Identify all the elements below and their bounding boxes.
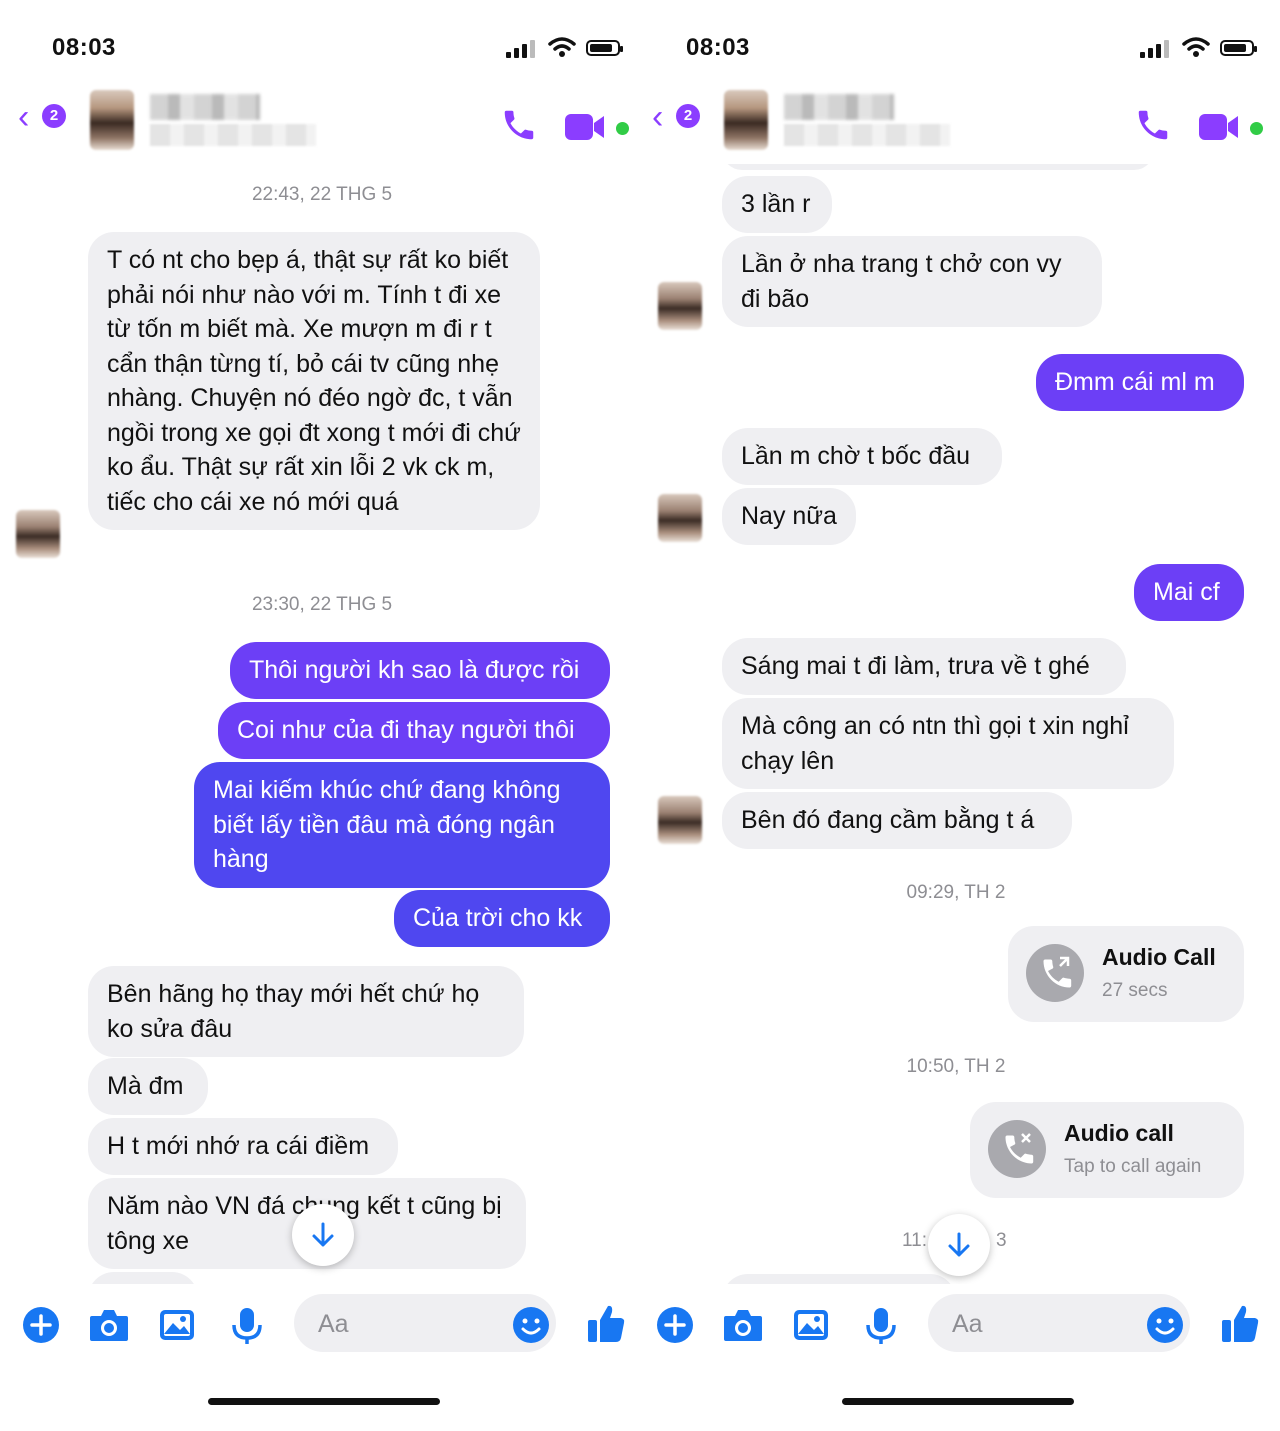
call-icon bbox=[1026, 944, 1084, 1002]
like-icon[interactable] bbox=[586, 1302, 626, 1344]
contact-status bbox=[784, 124, 950, 146]
call-title: Audio call bbox=[1064, 1120, 1174, 1146]
timestamp: 22:43, 22 THG 5 bbox=[251, 184, 393, 205]
call-log-missed[interactable]: Audio call Tap to call again bbox=[970, 1102, 1244, 1198]
message-incoming[interactable]: T có nt cho bẹp á, thật sự rất ko biết p… bbox=[88, 232, 540, 530]
message-incoming[interactable]: H t mới nhớ ra cái điềm bbox=[88, 1118, 398, 1175]
message-list: 3 lần r Lần ở nha trang t chở con vy đi … bbox=[646, 150, 1266, 1304]
status-time: 08:03 bbox=[52, 34, 116, 61]
online-dot bbox=[616, 122, 629, 135]
call-action: Tap to call again bbox=[1064, 1156, 1202, 1177]
wifi-icon bbox=[548, 37, 576, 57]
message-incoming[interactable]: Lần m chờ t bốc đầu bbox=[722, 428, 1002, 485]
message-outgoing[interactable]: Mai kiếm khúc chứ đang không biết lấy ti… bbox=[194, 762, 610, 888]
call-title: Audio Call bbox=[1102, 944, 1216, 970]
battery-icon bbox=[1220, 40, 1257, 56]
contact-name[interactable] bbox=[784, 94, 894, 120]
missed-call-icon bbox=[988, 1120, 1046, 1178]
contact-name[interactable] bbox=[150, 94, 260, 120]
message-outgoing[interactable]: Coi như của đi thay người thôi bbox=[218, 702, 610, 759]
camera-icon[interactable] bbox=[722, 1306, 764, 1344]
timestamp: 10:50, TH 2 bbox=[906, 1056, 1006, 1077]
call-duration: 27 secs bbox=[1102, 980, 1168, 1001]
sender-avatar[interactable] bbox=[658, 796, 702, 844]
message-outgoing[interactable]: Mai cf bbox=[1134, 564, 1244, 621]
timestamp: 23:30, 22 THG 5 bbox=[251, 594, 393, 615]
plus-icon[interactable] bbox=[656, 1306, 694, 1344]
status-bar: 08:03 bbox=[646, 12, 1266, 82]
message-incoming[interactable]: Bên đó đang cầm bằng t á bbox=[722, 792, 1072, 849]
timestamp: 09:29, TH 2 bbox=[906, 882, 1006, 903]
plus-icon[interactable] bbox=[22, 1306, 60, 1344]
home-indicator bbox=[208, 1398, 440, 1405]
composer-bar: Aa bbox=[646, 1284, 1266, 1417]
input-placeholder: Aa bbox=[952, 1310, 983, 1338]
contact-status bbox=[150, 124, 316, 146]
call-log-audio[interactable]: Audio Call 27 secs bbox=[1008, 926, 1244, 1022]
chat-screen-left: 08:03 ‹ 2 22:43, 22 THG 5 T có nt cho bẹ… bbox=[12, 12, 632, 1417]
online-dot bbox=[1250, 122, 1263, 135]
video-icon[interactable] bbox=[564, 110, 610, 144]
message-incoming[interactable]: Bên hãng họ thay mới hết chứ họ ko sửa đ… bbox=[88, 966, 524, 1057]
message-incoming[interactable]: Lần ở nha trang t chở con vy đi bão bbox=[722, 236, 1102, 327]
sender-avatar[interactable] bbox=[658, 282, 702, 330]
message-outgoing[interactable]: Thôi người kh sao là được rồi bbox=[230, 642, 610, 699]
phone-icon[interactable] bbox=[500, 106, 538, 144]
timestamp-partial-right: 3 bbox=[996, 1230, 1007, 1251]
message-outgoing[interactable]: Của trời cho kk bbox=[394, 890, 610, 947]
unread-badge: 2 bbox=[676, 104, 700, 128]
message-incoming[interactable]: Sáng mai t đi làm, trưa về t ghé bbox=[722, 638, 1126, 695]
message-incoming[interactable]: Nay nữa bbox=[722, 488, 856, 545]
chat-header: ‹ 2 bbox=[12, 84, 632, 164]
signal-icon bbox=[1140, 40, 1170, 58]
status-time: 08:03 bbox=[686, 34, 750, 61]
scroll-down-button[interactable] bbox=[292, 1204, 354, 1266]
video-icon[interactable] bbox=[1198, 110, 1244, 144]
back-chevron-icon[interactable]: ‹ bbox=[652, 100, 663, 134]
home-indicator bbox=[842, 1398, 1074, 1405]
message-incoming[interactable]: Mà công an có ntn thì gọi t xin nghỉ chạ… bbox=[722, 698, 1174, 789]
like-icon[interactable] bbox=[1220, 1302, 1260, 1344]
chat-screen-right: 08:03 ‹ 2 3 lần r Lần ở nha trang t chở … bbox=[646, 12, 1266, 1417]
unread-badge: 2 bbox=[42, 104, 66, 128]
chat-header: ‹ 2 bbox=[646, 84, 1266, 164]
scroll-down-icon bbox=[948, 1232, 970, 1257]
mic-icon[interactable] bbox=[864, 1306, 898, 1346]
timestamp-partial-left: 11: bbox=[902, 1230, 928, 1251]
emoji-icon[interactable] bbox=[1146, 1306, 1184, 1344]
scroll-down-button[interactable] bbox=[928, 1214, 990, 1276]
message-outgoing[interactable]: Đmm cái ml m bbox=[1036, 354, 1244, 411]
composer-bar: Aa bbox=[12, 1284, 632, 1417]
image-icon[interactable] bbox=[792, 1306, 830, 1344]
contact-avatar[interactable] bbox=[724, 90, 768, 150]
input-placeholder: Aa bbox=[318, 1310, 349, 1338]
message-incoming[interactable]: 3 lần r bbox=[722, 176, 832, 233]
sender-avatar[interactable] bbox=[16, 510, 60, 558]
mic-icon[interactable] bbox=[230, 1306, 264, 1346]
scroll-down-icon bbox=[312, 1222, 334, 1247]
image-icon[interactable] bbox=[158, 1306, 196, 1344]
message-incoming[interactable]: Mà đm bbox=[88, 1058, 208, 1115]
status-bar: 08:03 bbox=[12, 12, 632, 82]
back-chevron-icon[interactable]: ‹ bbox=[18, 100, 29, 134]
message-list: 22:43, 22 THG 5 T có nt cho bẹp á, thật … bbox=[12, 164, 632, 1329]
wifi-icon bbox=[1182, 37, 1210, 57]
emoji-icon[interactable] bbox=[512, 1306, 550, 1344]
sender-avatar[interactable] bbox=[658, 494, 702, 542]
battery-icon bbox=[586, 40, 623, 56]
contact-avatar[interactable] bbox=[90, 90, 134, 150]
camera-icon[interactable] bbox=[88, 1306, 130, 1344]
signal-icon bbox=[506, 40, 536, 58]
phone-icon[interactable] bbox=[1134, 106, 1172, 144]
